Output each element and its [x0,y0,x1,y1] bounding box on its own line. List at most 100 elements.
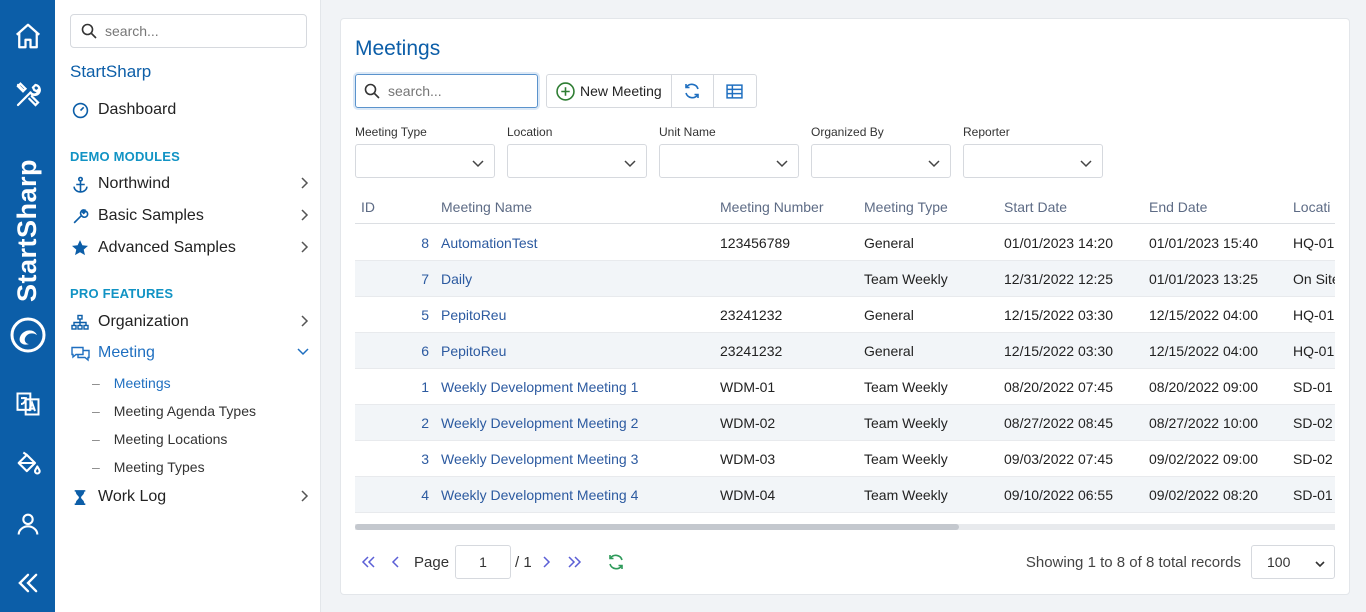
meeting-number-cell: 123456789 [720,235,791,251]
filter-label-reporter: Reporter [963,125,1010,139]
page-label: Page [414,553,450,571]
filter-location-select[interactable] [507,144,647,178]
nav-section-pro: PRO FEATURES [70,286,174,301]
grid-header: ID Meeting Name Meeting Number Meeting T… [355,191,1335,224]
horizontal-scrollbar[interactable] [355,524,1335,530]
location-cell: On Site [1293,271,1335,287]
column-picker-button[interactable] [714,75,756,107]
column-header-meeting-number[interactable]: Meeting Number [720,199,824,215]
quick-search[interactable] [355,74,538,108]
chevron-right-icon [298,176,310,195]
collapse-icon[interactable] [0,563,55,603]
home-icon[interactable] [0,16,55,56]
paint-bucket-icon[interactable] [0,443,55,483]
quick-search-input[interactable] [388,83,528,99]
icon-rail: StartSharp [0,0,55,612]
refresh-button[interactable] [672,75,714,107]
nav-subitem-meeting-agenda-types[interactable]: – Meeting Agenda Types [92,403,256,419]
nav-item-advanced-samples[interactable]: Advanced Samples [70,236,310,260]
start-date-cell: 12/15/2022 03:30 [1004,307,1113,323]
translate-icon[interactable] [0,384,55,424]
nav-item-basic-samples[interactable]: Basic Samples [70,204,310,228]
meeting-name-cell[interactable]: Weekly Development Meeting 4 [441,487,638,503]
chevron-down-icon [623,156,637,172]
column-header-id[interactable]: ID [361,199,375,215]
brand-text: StartSharp [12,158,43,303]
filter-meeting-type-select[interactable] [355,144,495,178]
nav-subitem-meeting-locations[interactable]: – Meeting Locations [92,431,227,447]
nav-app-name[interactable]: StartSharp [70,62,151,82]
meetings-panel: Meetings New Meeting Meeting Type Locati… [340,18,1350,595]
filter-unit-name-select[interactable] [659,144,799,178]
prev-page-button[interactable] [389,545,401,579]
table-row[interactable]: 4 Weekly Development Meeting 4 WDM-04 Team … [355,477,1335,513]
page-number-input[interactable]: 1 [455,545,511,579]
meeting-name-cell[interactable]: Weekly Development Meeting 2 [441,415,638,431]
table-row[interactable]: 6 PepitoReu 23241232 General 12/15/2022 03:3… [355,333,1335,369]
scrollbar-thumb[interactable] [355,524,959,530]
meeting-number-cell: WDM-01 [720,379,776,395]
meeting-name-cell[interactable]: Weekly Development Meeting 1 [441,379,638,395]
end-date-cell: 01/01/2023 13:25 [1149,271,1258,287]
location-cell: SD-01 [1293,379,1333,395]
first-page-button[interactable] [360,545,376,579]
meeting-type-cell: Team Weekly [864,379,948,395]
table-row[interactable]: 2 Weekly Development Meeting 2 WDM-02 Team … [355,405,1335,441]
next-page-button[interactable] [541,545,553,579]
meeting-name-cell[interactable]: PepitoReu [441,343,506,359]
nav-item-label: Meeting [98,344,155,361]
nav-subitem-meetings[interactable]: – Meetings [92,375,171,391]
last-page-button[interactable] [567,545,583,579]
nav-section-demo: DEMO MODULES [70,149,181,164]
chevron-down-icon [927,156,941,172]
page-size-select[interactable]: 100 [1251,545,1335,579]
user-icon[interactable] [0,504,55,544]
wrench-icon [70,206,90,226]
meeting-type-cell: Team Weekly [864,415,948,431]
start-date-cell: 08/27/2022 08:45 [1004,415,1113,431]
toolbar: New Meeting [546,74,757,108]
reload-button[interactable] [607,545,625,579]
org-chart-icon [70,312,90,332]
nav-item-organization[interactable]: Organization [70,310,310,334]
meeting-name-cell[interactable]: PepitoReu [441,307,506,323]
column-header-start-date[interactable]: Start Date [1004,199,1067,215]
nav-item-northwind[interactable]: Northwind [70,172,310,196]
nav-item-meeting[interactable]: Meeting [70,341,310,365]
meeting-number-cell: WDM-02 [720,415,776,431]
column-header-meeting-type[interactable]: Meeting Type [864,199,948,215]
column-header-location[interactable]: Locati [1293,199,1330,215]
chevron-right-icon [298,489,310,508]
start-date-cell: 12/31/2022 12:25 [1004,271,1113,287]
filter-organized-by-select[interactable] [811,144,951,178]
meeting-name-cell[interactable]: AutomationTest [441,235,538,251]
end-date-cell: 12/15/2022 04:00 [1149,343,1258,359]
table-row[interactable]: 1 Weekly Development Meeting 1 WDM-01 Team … [355,369,1335,405]
start-date-cell: 09/03/2022 07:45 [1004,451,1113,467]
meeting-number-cell: WDM-03 [720,451,776,467]
nav-search-input[interactable]: search... [70,14,307,48]
meeting-type-cell: General [864,307,914,323]
double-chevron-right-icon [568,556,582,568]
meeting-type-cell: Team Weekly [864,271,948,287]
meeting-name-cell[interactable]: Weekly Development Meeting 3 [441,451,638,467]
location-cell: HQ-01 [1293,235,1335,251]
meeting-name-cell[interactable]: Daily [441,271,472,287]
column-header-end-date[interactable]: End Date [1149,199,1207,215]
column-header-meeting-name[interactable]: Meeting Name [441,199,532,215]
chevron-right-icon [543,556,551,568]
nav-item-work-log[interactable]: Work Log [70,485,310,509]
nav-item-dashboard[interactable]: Dashboard [70,98,310,122]
table-row[interactable]: 3 Weekly Development Meeting 3 WDM-03 Team … [355,441,1335,477]
filter-reporter-select[interactable] [963,144,1103,178]
new-meeting-button[interactable]: New Meeting [547,75,672,107]
nav-subitem-meeting-types[interactable]: – Meeting Types [92,459,205,475]
chevron-right-icon [298,240,310,259]
bullet-dash: – [92,431,100,447]
table-row[interactable]: 5 PepitoReu 23241232 General 12/15/2022 03:3… [355,297,1335,333]
tools-icon[interactable] [0,75,55,115]
end-date-cell: 09/02/2022 08:20 [1149,487,1258,503]
table-row[interactable]: 8 AutomationTest 123456789 General 01/01/202… [355,225,1335,261]
meeting-type-cell: General [864,235,914,251]
table-row[interactable]: 7 Daily Team Weekly 12/31/2022 12:25 01/01/2… [355,261,1335,297]
